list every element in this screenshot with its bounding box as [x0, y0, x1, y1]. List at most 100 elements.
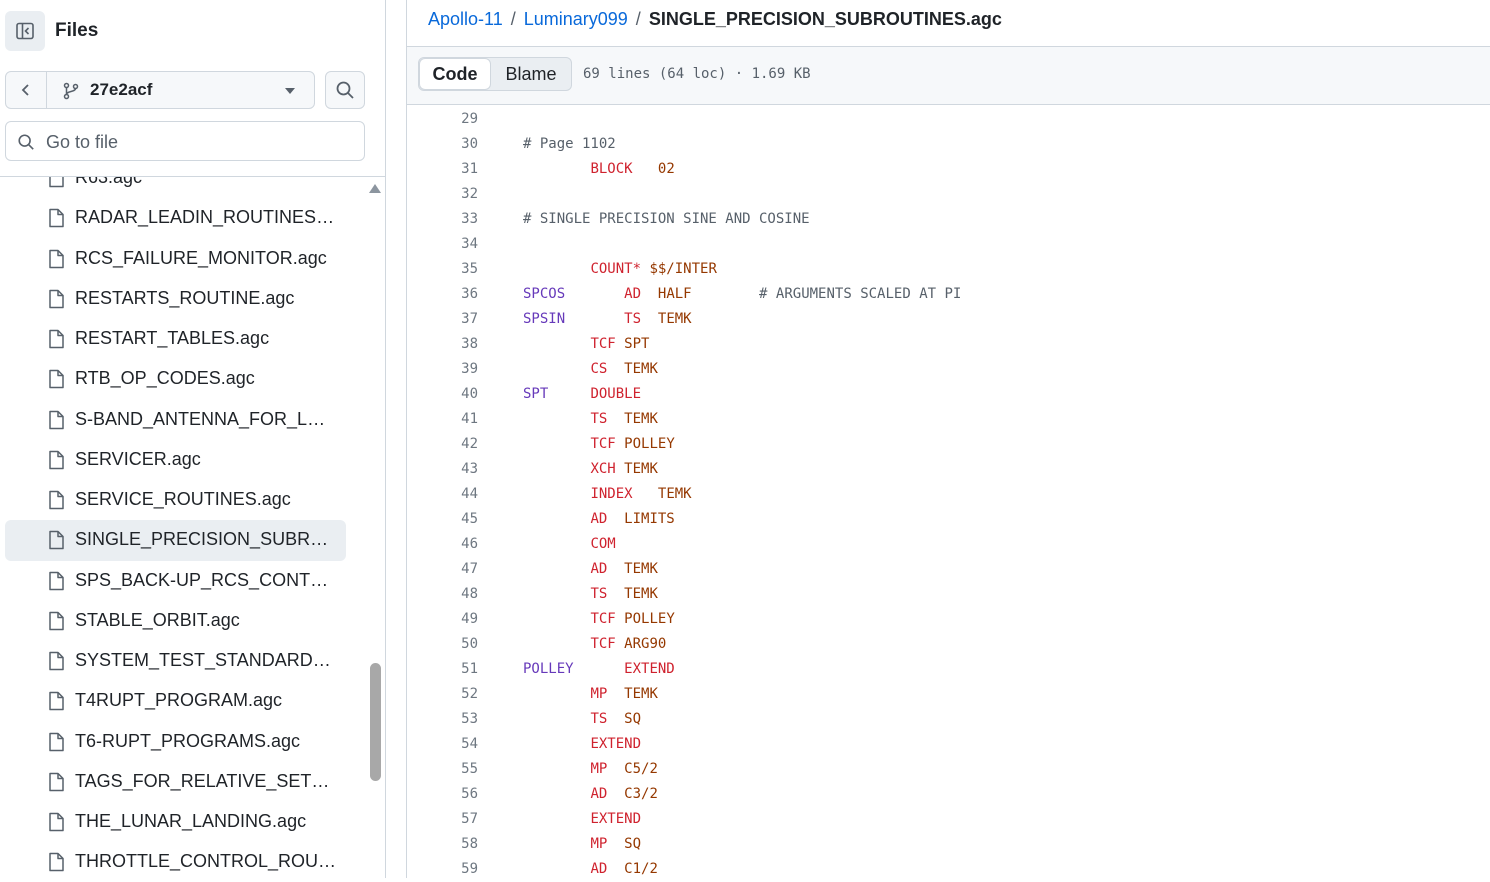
- file-icon-wrap: [47, 369, 65, 394]
- file-tree-item[interactable]: RESTARTS_ROUTINE.agc: [5, 279, 346, 319]
- breadcrumb-folder-link[interactable]: Luminary099: [524, 9, 628, 29]
- code-line: 59 AD C1/2: [407, 857, 1490, 882]
- file-tree-item-label: SYSTEM_TEST_STANDARD_LEA...: [75, 650, 337, 670]
- line-number[interactable]: 58: [427, 836, 478, 852]
- scroll-up-arrow-icon[interactable]: [369, 184, 381, 193]
- line-number[interactable]: 46: [427, 536, 478, 552]
- line-number[interactable]: 47: [427, 561, 478, 577]
- file-tree-item[interactable]: THROTTLE_CONTROL_ROUTINE...: [5, 842, 346, 878]
- line-number[interactable]: 44: [427, 486, 478, 502]
- file-tree-item-label: TAGS_FOR_RELATIVE_SETLOC.agc: [75, 770, 337, 791]
- sidebar-scrollbar-thumb[interactable]: [370, 663, 381, 781]
- go-to-file-box[interactable]: [5, 121, 365, 161]
- file-info: 69 lines (64 loc) · 1.69 KB: [583, 66, 811, 82]
- back-button[interactable]: [6, 72, 47, 108]
- file-tree-item[interactable]: T4RUPT_PROGRAM.agc: [5, 681, 346, 721]
- code-argument: C5/2: [624, 761, 658, 777]
- code-line: 43 XCH TEMK: [407, 457, 1490, 482]
- line-number[interactable]: 45: [427, 511, 478, 527]
- line-number[interactable]: 36: [427, 286, 478, 302]
- line-source: COM: [523, 536, 615, 552]
- view-mode-toggle: Code Blame: [418, 57, 572, 91]
- file-tree-item[interactable]: RESTART_TABLES.agc: [5, 319, 346, 359]
- breadcrumb-repo-link[interactable]: Apollo-11: [428, 9, 503, 29]
- file-icon: [49, 410, 64, 429]
- go-to-file-input[interactable]: [44, 128, 358, 156]
- tab-blame[interactable]: Blame: [491, 58, 571, 90]
- line-number[interactable]: 39: [427, 361, 478, 377]
- line-source: AD C1/2: [523, 861, 658, 877]
- line-number[interactable]: 59: [427, 861, 478, 877]
- file-tree-item[interactable]: SYSTEM_TEST_STANDARD_LEA...: [5, 641, 346, 681]
- code-argument: C1/2: [624, 861, 658, 877]
- file-tree-item[interactable]: T6-RUPT_PROGRAMS.agc: [5, 722, 346, 762]
- line-source: TS TEMK: [523, 586, 658, 602]
- tab-code[interactable]: Code: [419, 58, 491, 90]
- code-label: SPCOS: [523, 286, 566, 302]
- code-line: 53 TS SQ: [407, 707, 1490, 732]
- sidebar-collapse-icon: [16, 22, 34, 40]
- line-number[interactable]: 35: [427, 261, 478, 277]
- collapse-sidebar-button[interactable]: [5, 11, 45, 51]
- code-comment: # ARGUMENTS SCALED AT PI: [759, 286, 962, 302]
- code-argument: TEMK: [624, 461, 658, 477]
- file-tree-item[interactable]: SERVICE_ROUTINES.agc: [5, 480, 346, 520]
- file-tree-item[interactable]: RCS_FAILURE_MONITOR.agc: [5, 239, 346, 279]
- line-source: SPCOS AD HALF # ARGUMENTS SCALED AT PI: [523, 286, 961, 302]
- file-icon-wrap: [47, 651, 65, 676]
- line-number[interactable]: 40: [427, 386, 478, 402]
- line-source: BLOCK 02: [523, 161, 674, 177]
- line-number[interactable]: 52: [427, 686, 478, 702]
- code-opcode: EXTEND: [590, 811, 642, 827]
- line-number[interactable]: 29: [427, 111, 478, 127]
- file-tree-item[interactable]: SPS_BACK-UP_RCS_CONTROL.agc: [5, 561, 346, 601]
- file-tree-item[interactable]: TAGS_FOR_RELATIVE_SETLOC.agc: [5, 762, 346, 802]
- code-line: 41 TS TEMK: [407, 407, 1490, 432]
- file-tree-item[interactable]: STABLE_ORBIT.agc: [5, 601, 346, 641]
- line-number[interactable]: 54: [427, 736, 478, 752]
- code-argument: TEMK: [624, 586, 658, 602]
- file-tree-item[interactable]: SINGLE_PRECISION_SUBROUTI...: [5, 520, 346, 561]
- line-number[interactable]: 41: [427, 411, 478, 427]
- line-number[interactable]: 49: [427, 611, 478, 627]
- file-tree-item[interactable]: RTB_OP_CODES.agc: [5, 359, 346, 399]
- file-icon-wrap: [47, 249, 65, 274]
- file-tree-item[interactable]: RADAR_LEADIN_ROUTINES.agc: [5, 198, 346, 238]
- line-number[interactable]: 31: [427, 161, 478, 177]
- line-number[interactable]: 53: [427, 711, 478, 727]
- sidebar-title: Files: [55, 20, 99, 41]
- code-line: 58 MP SQ: [407, 832, 1490, 857]
- line-number[interactable]: 55: [427, 761, 478, 777]
- code-argument: TEMK: [657, 486, 692, 502]
- code-argument: ARG90: [624, 636, 667, 652]
- line-number[interactable]: 32: [427, 186, 478, 202]
- file-tree-item[interactable]: SERVICER.agc: [5, 440, 346, 480]
- line-number[interactable]: 48: [427, 586, 478, 602]
- line-number[interactable]: 42: [427, 436, 478, 452]
- line-number[interactable]: 30: [427, 136, 478, 152]
- line-number[interactable]: 37: [427, 311, 478, 327]
- line-number[interactable]: 43: [427, 461, 478, 477]
- line-source: # SINGLE PRECISION SINE AND COSINE: [523, 211, 810, 227]
- line-number[interactable]: 56: [427, 786, 478, 802]
- code-argument: TEMK: [624, 411, 658, 427]
- file-tree-item[interactable]: THE_LUNAR_LANDING.agc: [5, 802, 346, 842]
- code-label: SPSIN: [523, 311, 566, 327]
- branch-selector[interactable]: 27e2acf: [5, 71, 315, 109]
- file-icon: [49, 571, 64, 590]
- breadcrumb-separator: /: [510, 9, 516, 29]
- file-icon: [49, 249, 64, 268]
- file-tree-item[interactable]: S-BAND_ANTENNA_FOR_LM.agc: [5, 400, 346, 440]
- file-icon: [49, 772, 64, 791]
- code-line: 42 TCF POLLEY: [407, 432, 1490, 457]
- line-number[interactable]: 57: [427, 811, 478, 827]
- line-number[interactable]: 34: [427, 236, 478, 252]
- code-line: 55 MP C5/2: [407, 757, 1490, 782]
- line-number[interactable]: 50: [427, 636, 478, 652]
- line-source: AD C3/2: [523, 786, 657, 802]
- line-number[interactable]: 51: [427, 661, 478, 677]
- line-number[interactable]: 38: [427, 336, 478, 352]
- line-source: MP C5/2: [523, 761, 658, 777]
- line-number[interactable]: 33: [427, 211, 478, 227]
- search-button[interactable]: [325, 71, 365, 109]
